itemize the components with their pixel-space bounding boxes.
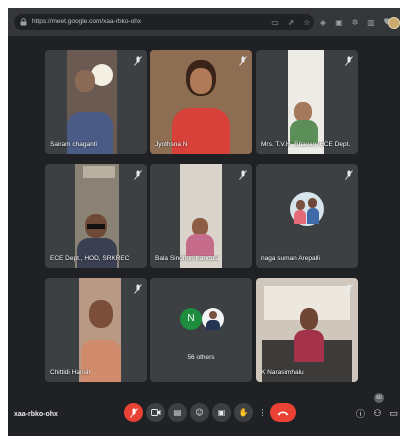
tab-search-icon[interactable]: ▣: [334, 17, 344, 27]
camera-icon: [150, 409, 160, 416]
participant-name: Bala Sindhuri Kandula: [155, 255, 220, 262]
face: [75, 70, 95, 92]
end-call-icon: [277, 411, 289, 415]
others-tile[interactable]: N 56 others: [150, 278, 252, 382]
participant-name: Mrs. T.V.H. Bhavani ECE Dept.: [261, 141, 351, 148]
raise-hand-icon: ✋: [238, 408, 249, 417]
sidebar-icon[interactable]: ▥: [366, 17, 376, 27]
participant-tile[interactable]: K Narasimhalu: [256, 278, 358, 382]
participant-name: K Narasimhalu: [261, 369, 304, 376]
avatar-face: [209, 311, 217, 319]
mic-off-icon: [239, 170, 247, 180]
profile-avatar[interactable]: [388, 17, 400, 29]
more-icon: ⋮: [258, 408, 267, 417]
mic-off-icon: [239, 56, 247, 66]
mic-off-icon: [134, 170, 142, 180]
address-bar[interactable]: https://meet.google.com/xaa-rbko-ohx: [14, 14, 314, 30]
call-controls-bar: xaa-rbko-ohx ▤ ☺ ▣ ✋ ⋮ ⓘ 60 ⚇ ▭: [8, 392, 400, 436]
info-icon[interactable]: ⓘ: [355, 408, 366, 420]
participant-tile[interactable]: Mrs. T.V.H. Bhavani ECE Dept.: [256, 50, 358, 154]
participant-count-badge: 60: [374, 393, 384, 403]
mic-toggle-button[interactable]: [124, 403, 143, 422]
present-icon: ▣: [217, 408, 226, 417]
face: [190, 68, 212, 94]
camera-permission-icon[interactable]: ▭: [270, 17, 280, 27]
extension-icon[interactable]: ◈: [318, 17, 328, 27]
participant-tile[interactable]: ECE Dept., HOD, SRKREC: [45, 164, 147, 268]
participant-tile[interactable]: Chittidi Harish: [45, 278, 147, 382]
lock-icon: [20, 18, 27, 26]
participant-name: naga suman Arepalli: [261, 255, 320, 262]
mic-off-icon: [134, 56, 142, 66]
dress: [294, 330, 324, 362]
face: [300, 308, 318, 330]
participant-tile[interactable]: naga suman Arepalli: [256, 164, 358, 268]
present-button[interactable]: ▣: [212, 403, 231, 422]
puzzle-icon[interactable]: ✲: [350, 17, 360, 27]
avatar-letter: N: [180, 308, 202, 330]
people-icon[interactable]: ⚇: [372, 408, 383, 419]
emoji-button[interactable]: ☺: [190, 403, 209, 422]
end-call-button[interactable]: [270, 403, 296, 422]
meet-window: https://meet.google.com/xaa-rbko-ohx ▭ ⇗…: [8, 8, 400, 436]
participant-name: Chittidi Harish: [50, 369, 91, 376]
participant-name: ECE Dept., HOD, SRKREC: [50, 255, 130, 262]
participant-name: Jyothsna N: [155, 141, 188, 148]
glasses: [87, 224, 105, 229]
face: [89, 300, 113, 328]
meeting-code: xaa-rbko-ohx: [14, 411, 58, 418]
others-count: 56 others: [187, 354, 215, 361]
browser-toolbar: https://meet.google.com/xaa-rbko-ohx ▭ ⇗…: [8, 8, 400, 36]
face: [308, 198, 317, 208]
face: [296, 200, 305, 210]
captions-button[interactable]: ▤: [168, 403, 187, 422]
mic-off-icon: [345, 56, 353, 66]
mic-off-icon: [345, 284, 353, 294]
dress: [186, 234, 214, 256]
ceiling-fan: [83, 166, 115, 178]
more-options-button[interactable]: ⋮: [256, 403, 269, 422]
face: [294, 102, 312, 122]
mic-off-icon: [129, 407, 138, 418]
shirt: [77, 238, 117, 268]
chat-icon[interactable]: ▭: [388, 408, 399, 419]
participant-name: Sairam chaganti: [50, 141, 97, 148]
browser-icons: ▭ ⇗ ☆ ◈ ▣ ✲ ▥ ⛊: [270, 14, 392, 30]
bookmark-star-icon[interactable]: ☆: [302, 17, 312, 27]
participant-tile[interactable]: Sairam chaganti: [45, 50, 147, 154]
url-text: https://meet.google.com/xaa-rbko-ohx: [32, 18, 142, 25]
share-icon[interactable]: ⇗: [286, 17, 296, 27]
participant-tile[interactable]: Jyothsna N: [150, 50, 252, 154]
avatar-suit: [206, 320, 220, 330]
participant-tile[interactable]: Bala Sindhuri Kandula: [150, 164, 252, 268]
mic-off-icon: [134, 284, 142, 294]
emoji-icon: ☺: [195, 408, 204, 417]
dress: [294, 210, 306, 224]
shirt: [307, 208, 319, 224]
captions-icon: ▤: [173, 408, 182, 417]
camera-toggle-button[interactable]: [146, 403, 165, 422]
raise-hand-button[interactable]: ✋: [234, 403, 253, 422]
mic-off-icon: [345, 170, 353, 180]
